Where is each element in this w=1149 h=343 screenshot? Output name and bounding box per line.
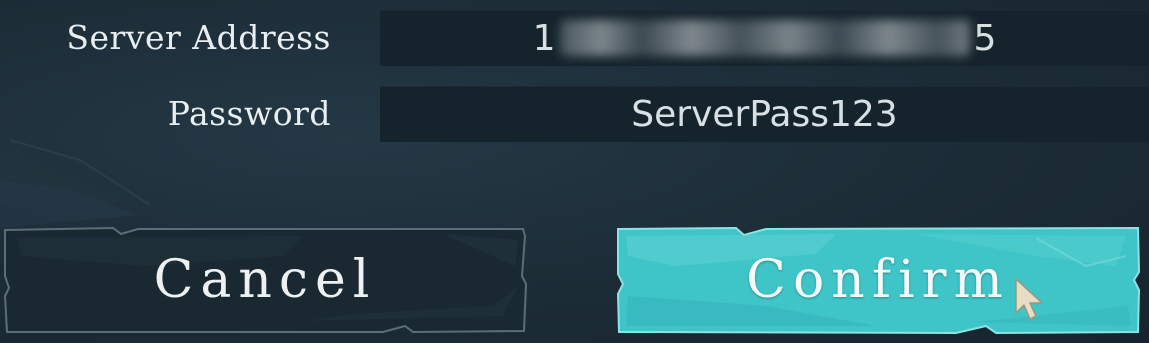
redacted-address-blur: [559, 20, 970, 56]
confirm-button[interactable]: Confirm: [616, 226, 1140, 334]
password-label: Password: [167, 94, 331, 133]
password-field[interactable]: ServerPass123: [380, 86, 1149, 142]
server-address-prefix: 1: [532, 17, 556, 59]
password-value: ServerPass123: [631, 93, 898, 135]
server-address-label: Server Address: [66, 18, 331, 57]
server-address-suffix: 5: [973, 17, 997, 59]
server-address-field[interactable]: 1 5: [380, 10, 1149, 66]
confirm-button-label: Confirm: [746, 250, 1010, 310]
server-address-value: 1 5: [380, 10, 1149, 66]
cancel-button[interactable]: Cancel: [3, 226, 527, 334]
cancel-button-label: Cancel: [153, 250, 377, 310]
